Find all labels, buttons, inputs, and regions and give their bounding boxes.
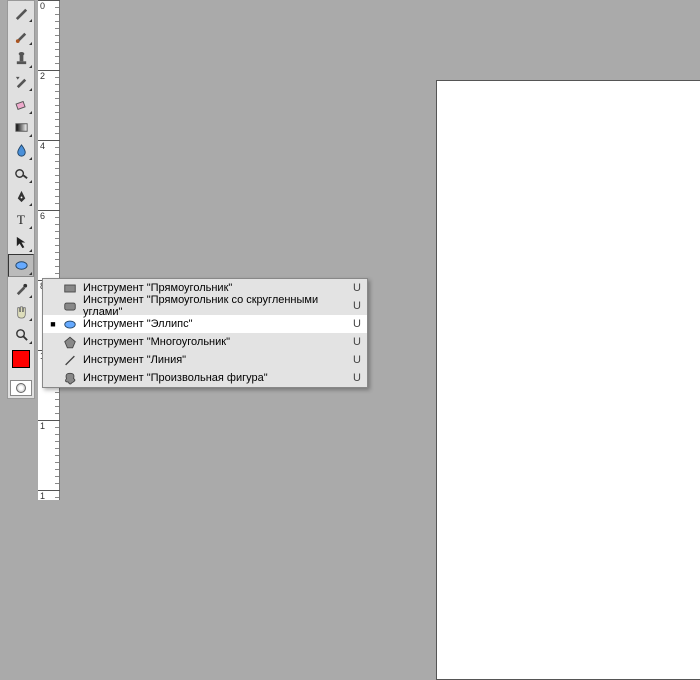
tool-eraser[interactable] xyxy=(8,93,34,116)
flyout-indicator-icon xyxy=(29,88,32,91)
tool-brush[interactable] xyxy=(8,24,34,47)
tool-pen[interactable] xyxy=(8,1,34,24)
tool-hand[interactable] xyxy=(8,300,34,323)
poly-icon xyxy=(63,335,77,349)
flyout-indicator-icon xyxy=(29,65,32,68)
flyout-label: Инструмент "Эллипс" xyxy=(83,318,347,330)
flyout-label: Инструмент "Произвольная фигура" xyxy=(83,372,347,384)
flyout-label: Инструмент "Многоугольник" xyxy=(83,336,347,348)
flyout-label: Инструмент "Прямоугольник" xyxy=(83,282,347,294)
tool-clone[interactable] xyxy=(8,47,34,70)
flyout-item-line[interactable]: Инструмент "Линия" U xyxy=(43,351,367,369)
tool-history-brush[interactable] xyxy=(8,70,34,93)
ruler-tick: 1 xyxy=(38,420,60,431)
ruler-tick: 4 xyxy=(38,140,60,151)
tool-dodge[interactable] xyxy=(8,162,34,185)
ruler-tick: 2 xyxy=(38,70,60,81)
flyout-indicator-icon xyxy=(29,203,32,206)
flyout-indicator-icon xyxy=(29,272,32,275)
flyout-indicator-icon xyxy=(29,157,32,160)
flyout-indicator-icon xyxy=(29,318,32,321)
flyout-indicator-icon xyxy=(29,226,32,229)
vertical-ruler: 02468111 xyxy=(38,0,60,500)
foreground-color[interactable] xyxy=(12,350,30,368)
svg-text:T: T xyxy=(16,212,24,227)
tool-eyedropper[interactable] xyxy=(8,277,34,300)
selected-dot-icon: ■ xyxy=(49,319,57,329)
ellipse-icon xyxy=(63,317,77,331)
flyout-indicator-icon xyxy=(29,249,32,252)
custom-icon xyxy=(63,371,77,385)
color-swatches[interactable] xyxy=(8,346,34,378)
flyout-shortcut: U xyxy=(353,372,361,384)
flyout-indicator-icon xyxy=(29,180,32,183)
tool-blur[interactable] xyxy=(8,139,34,162)
flyout-item-custom[interactable]: Инструмент "Произвольная фигура" U xyxy=(43,369,367,387)
tool-shape[interactable] xyxy=(8,254,34,277)
toolbox: T xyxy=(7,0,35,399)
flyout-indicator-icon xyxy=(29,134,32,137)
rrect-icon xyxy=(63,299,77,313)
flyout-shortcut: U xyxy=(353,336,361,348)
tool-path-select[interactable] xyxy=(8,231,34,254)
flyout-indicator-icon xyxy=(29,341,32,344)
shape-tool-flyout: Инструмент "Прямоугольник" U Инструмент … xyxy=(42,278,368,388)
tool-gradient[interactable] xyxy=(8,116,34,139)
ruler-tick: 1 xyxy=(38,490,60,501)
line-icon xyxy=(63,353,77,367)
flyout-item-poly[interactable]: Инструмент "Многоугольник" U xyxy=(43,333,367,351)
flyout-label: Инструмент "Прямоугольник со скругленным… xyxy=(83,294,347,318)
ruler-tick: 0 xyxy=(38,0,60,11)
tool-pen-path[interactable] xyxy=(8,185,34,208)
flyout-shortcut: U xyxy=(353,300,361,312)
flyout-indicator-icon xyxy=(29,42,32,45)
canvas[interactable] xyxy=(436,80,700,680)
flyout-shortcut: U xyxy=(353,318,361,330)
tool-zoom[interactable] xyxy=(8,323,34,346)
flyout-indicator-icon xyxy=(29,111,32,114)
flyout-label: Инструмент "Линия" xyxy=(83,354,347,366)
flyout-shortcut: U xyxy=(353,354,361,366)
flyout-indicator-icon xyxy=(29,19,32,22)
quickmask-toggle[interactable] xyxy=(10,380,32,396)
ruler-tick: 6 xyxy=(38,210,60,221)
flyout-shortcut: U xyxy=(353,282,361,294)
flyout-item-ellipse[interactable]: ■ Инструмент "Эллипс" U xyxy=(43,315,367,333)
tool-type[interactable]: T xyxy=(8,208,34,231)
flyout-item-rrect[interactable]: Инструмент "Прямоугольник со скругленным… xyxy=(43,297,367,315)
flyout-indicator-icon xyxy=(29,295,32,298)
rect-icon xyxy=(63,281,77,295)
